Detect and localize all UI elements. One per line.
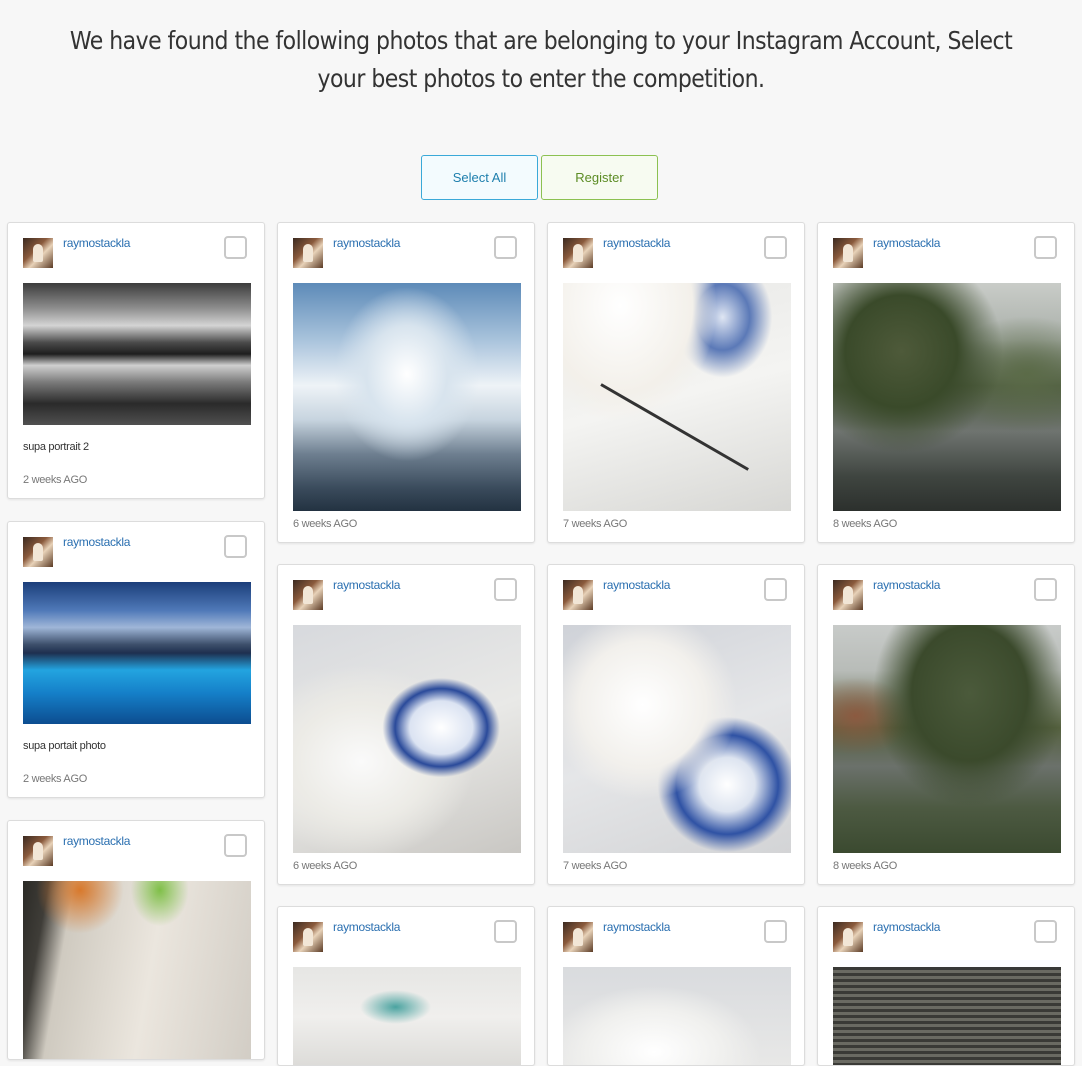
photo-time: 2 weeks AGO [23,474,87,486]
photo-card: raymostackla 6 weeks AGO [277,222,535,543]
avatar [23,836,53,866]
photo-card: raymostackla [547,906,805,1066]
photo-image[interactable] [563,283,791,511]
photo-card: raymostackla supa portrait 2 2 weeks AGO [7,222,265,499]
username-link[interactable]: raymostackla [603,236,670,250]
photo-image[interactable] [563,967,791,1065]
photo-time: 8 weeks AGO [833,518,897,530]
photo-time: 7 weeks AGO [563,860,627,872]
select-checkbox[interactable] [224,535,247,558]
select-checkbox[interactable] [224,236,247,259]
photo-card: raymostackla [817,906,1075,1066]
select-checkbox[interactable] [494,236,517,259]
photo-time: 2 weeks AGO [23,773,87,785]
page-heading: We have found the following photos that … [69,26,1013,93]
username-link[interactable]: raymostackla [873,920,940,934]
username-link[interactable]: raymostackla [603,578,670,592]
photo-image[interactable] [833,967,1061,1065]
username-link[interactable]: raymostackla [63,535,130,549]
photo-time: 7 weeks AGO [563,518,627,530]
photo-card: raymostackla 7 weeks AGO [547,222,805,543]
photo-card: raymostackla 6 weeks AGO [277,564,535,885]
avatar [23,238,53,268]
photo-image[interactable] [293,967,521,1065]
avatar [293,922,323,952]
avatar [293,238,323,268]
select-checkbox[interactable] [1034,236,1057,259]
avatar [563,580,593,610]
register-button[interactable]: Register [541,155,658,200]
photo-time: 8 weeks AGO [833,860,897,872]
select-checkbox[interactable] [764,920,787,943]
username-link[interactable]: raymostackla [873,578,940,592]
photo-card: raymostackla supa portait photo 2 weeks … [7,521,265,798]
username-link[interactable]: raymostackla [333,920,400,934]
photo-image[interactable] [23,881,251,1059]
photo-image[interactable] [833,625,1061,853]
username-link[interactable]: raymostackla [63,236,130,250]
avatar [23,537,53,567]
photo-image[interactable] [293,625,521,853]
photo-image[interactable] [293,283,521,511]
avatar [833,922,863,952]
photo-image[interactable] [23,582,251,724]
photo-image[interactable] [833,283,1061,511]
avatar [563,922,593,952]
select-checkbox[interactable] [764,236,787,259]
username-link[interactable]: raymostackla [873,236,940,250]
photo-card: raymostackla 7 weeks AGO [547,564,805,885]
username-link[interactable]: raymostackla [603,920,670,934]
select-checkbox[interactable] [494,578,517,601]
photo-card: raymostackla 8 weeks AGO [817,564,1075,885]
select-checkbox[interactable] [1034,920,1057,943]
avatar [293,580,323,610]
select-checkbox[interactable] [494,920,517,943]
photo-image[interactable] [563,625,791,853]
select-all-button[interactable]: Select All [421,155,538,200]
photo-image[interactable] [23,283,251,425]
select-checkbox[interactable] [1034,578,1057,601]
photo-card: raymostackla 8 weeks AGO [817,222,1075,543]
username-link[interactable]: raymostackla [333,578,400,592]
username-link[interactable]: raymostackla [333,236,400,250]
photo-time: 6 weeks AGO [293,518,357,530]
select-checkbox[interactable] [764,578,787,601]
avatar [833,238,863,268]
avatar [833,580,863,610]
photo-caption: supa portrait 2 [23,441,89,453]
photo-card: raymostackla [7,820,265,1060]
avatar [563,238,593,268]
username-link[interactable]: raymostackla [63,834,130,848]
photo-card: raymostackla [277,906,535,1066]
select-checkbox[interactable] [224,834,247,857]
photo-caption: supa portait photo [23,740,106,752]
photo-time: 6 weeks AGO [293,860,357,872]
